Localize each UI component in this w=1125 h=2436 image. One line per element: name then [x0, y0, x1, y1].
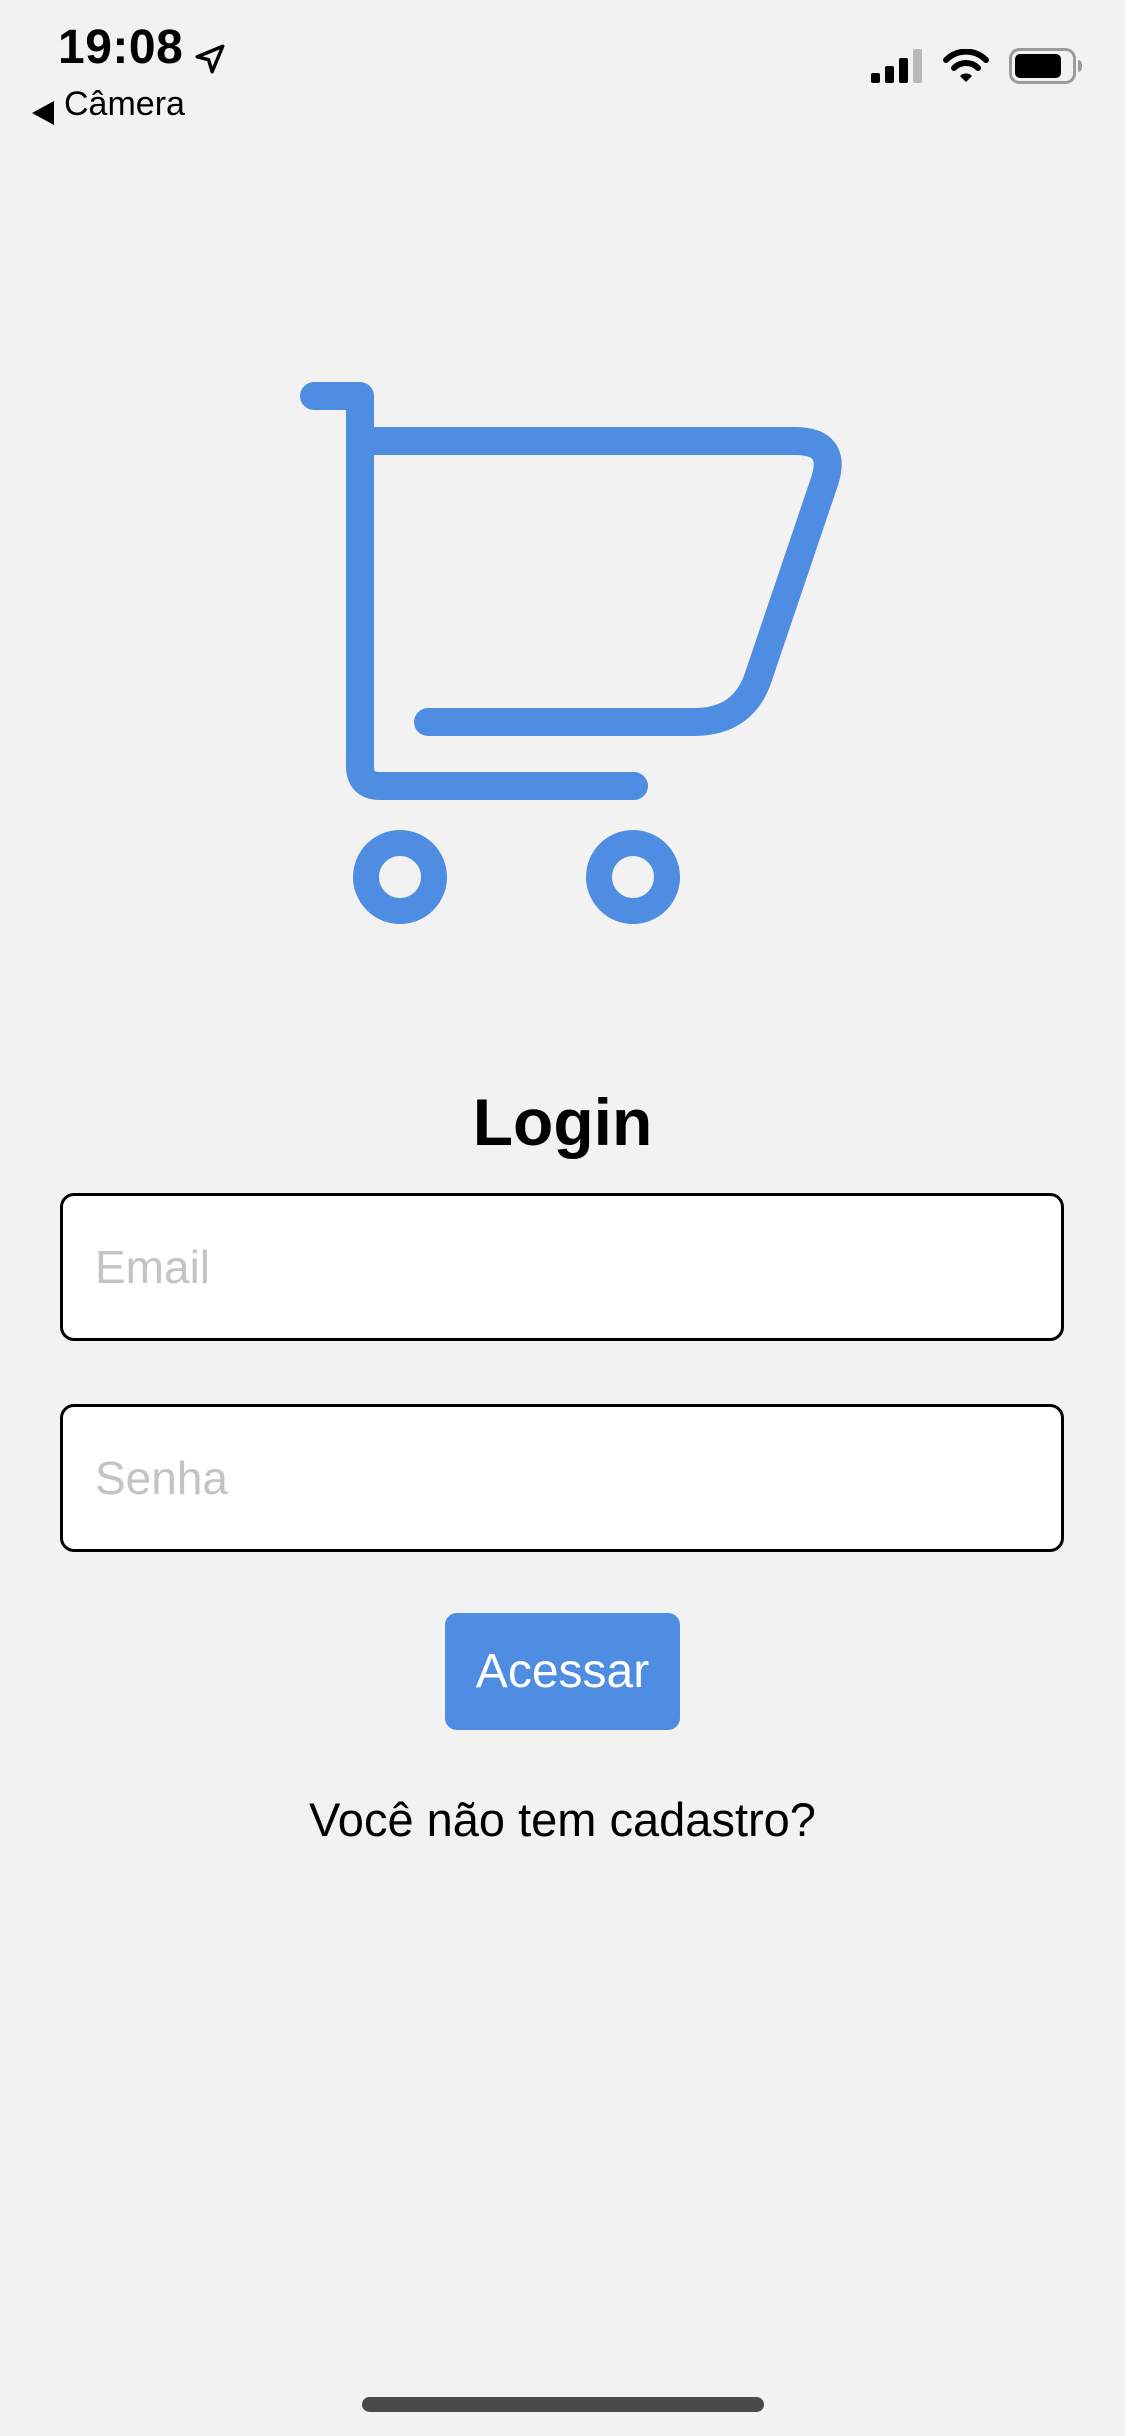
location-arrow-icon [193, 31, 227, 74]
shopping-cart-icon [300, 376, 844, 932]
page-title: Login [472, 1085, 653, 1159]
back-triangle-icon [32, 92, 54, 125]
email-field-container [60, 1193, 1064, 1341]
status-bar: 19:08 Câmera [0, 0, 1125, 132]
status-time: 19:08 [58, 18, 227, 78]
password-field-container [60, 1404, 1064, 1552]
back-label: Câmera [64, 85, 185, 123]
back-to-camera-link[interactable]: Câmera [32, 82, 185, 126]
register-link[interactable]: Você não tem cadastro? [0, 1790, 1125, 1850]
password-field[interactable] [63, 1407, 1061, 1549]
email-field[interactable] [63, 1196, 1061, 1338]
access-button[interactable]: Acessar [445, 1613, 680, 1730]
wifi-icon [943, 48, 989, 88]
battery-icon [1009, 48, 1083, 89]
status-indicators [871, 48, 1083, 89]
home-indicator[interactable] [362, 2397, 764, 2412]
cellular-signal-icon [871, 49, 923, 88]
status-time-text: 19:08 [58, 21, 184, 74]
